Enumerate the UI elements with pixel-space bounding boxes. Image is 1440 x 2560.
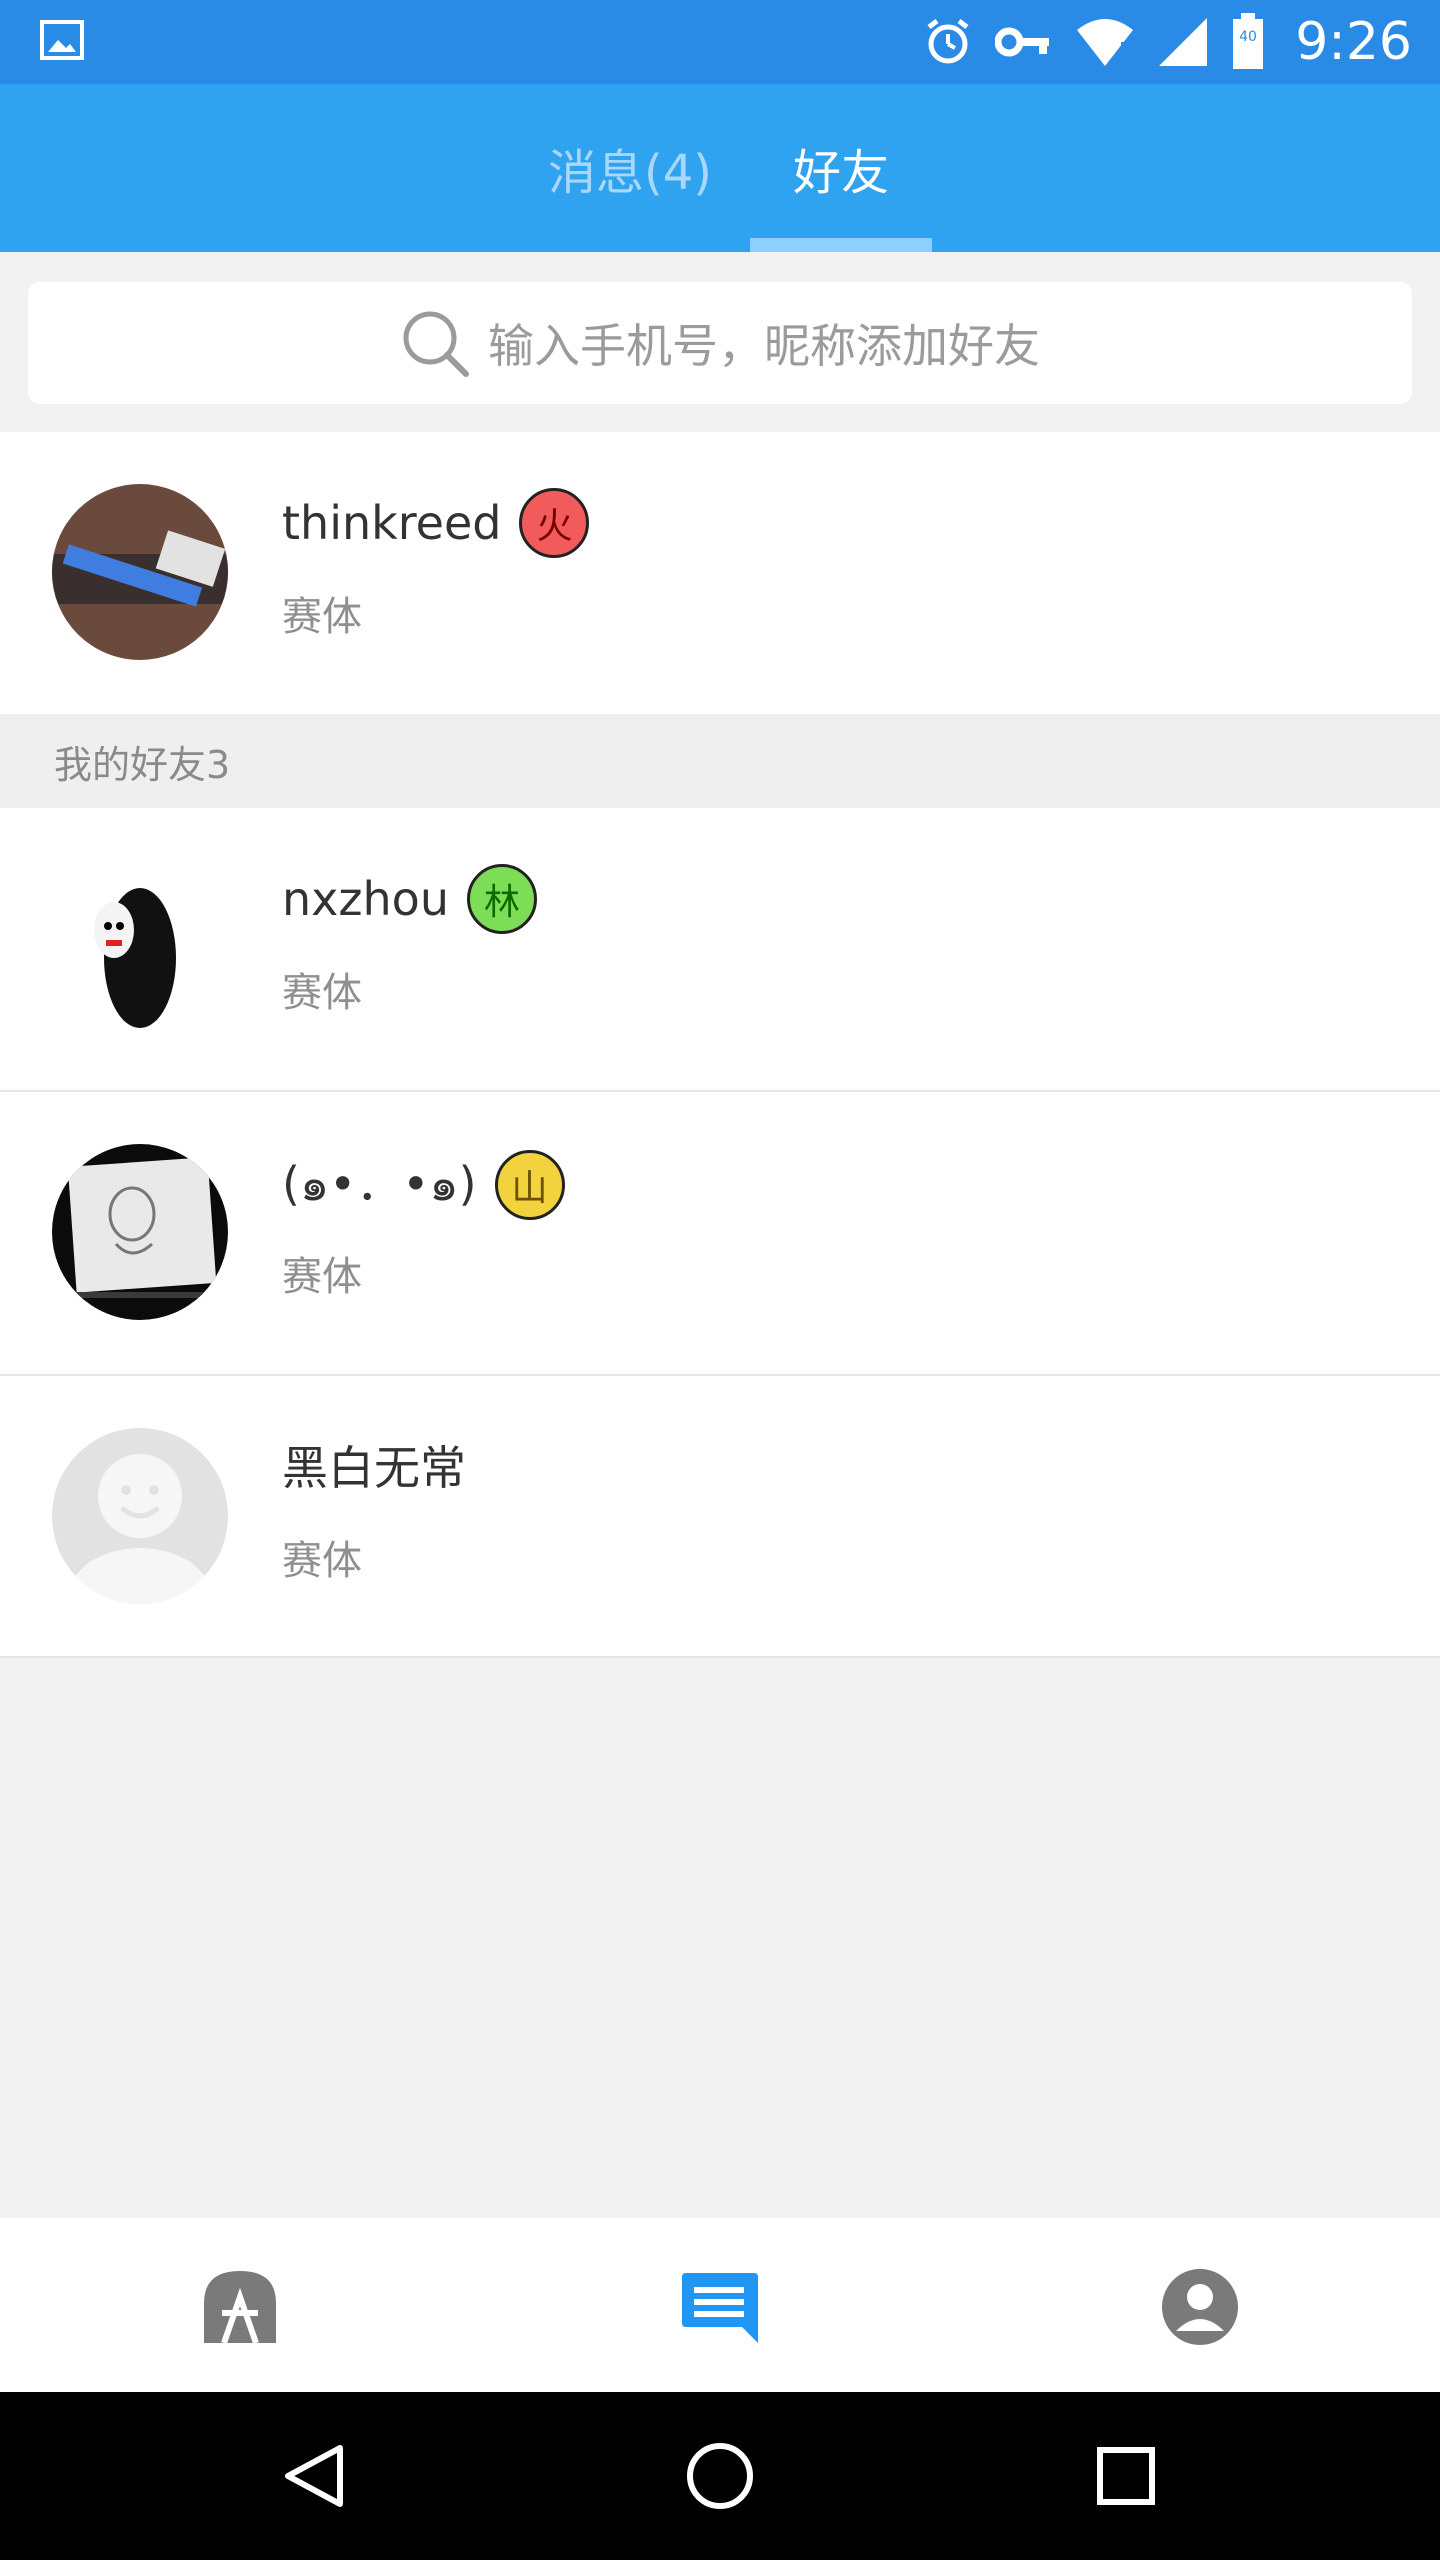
avatar xyxy=(52,1144,228,1320)
bottom-navigation xyxy=(0,2218,1440,2392)
tab-friends[interactable]: 好友 xyxy=(750,84,932,252)
app-header: 消息(4) 好友 xyxy=(0,84,1440,252)
list-item[interactable]: 黑白无常 赛体 xyxy=(0,1376,1440,1658)
tab-messages[interactable]: 消息(4) xyxy=(520,84,740,252)
level-badge: 山 xyxy=(494,1149,565,1220)
contact-name: (๑•．•๑) xyxy=(282,1157,477,1211)
contact-name: thinkreed xyxy=(282,496,502,550)
default-avatar-icon xyxy=(52,1428,228,1604)
contact-row-top[interactable]: thinkreed 火 赛体 xyxy=(0,432,1440,714)
contact-subtitle: 赛体 xyxy=(282,1538,362,1584)
divider xyxy=(0,1656,1440,1658)
contact-subtitle: 赛体 xyxy=(282,594,362,640)
signal-icon xyxy=(1159,18,1208,66)
vpn-key-icon xyxy=(995,27,1050,57)
list-item[interactable]: nxzhou 林 赛体 xyxy=(0,808,1440,1090)
avatar xyxy=(52,860,228,1036)
list-item[interactable]: (๑•．•๑) 山 赛体 xyxy=(0,1092,1440,1374)
alarm-icon xyxy=(927,19,969,64)
system-navigation-bar xyxy=(0,2392,1440,2560)
image-icon xyxy=(40,20,84,60)
wifi-icon xyxy=(1077,19,1134,66)
active-tab-indicator xyxy=(750,238,932,252)
messages-icon[interactable] xyxy=(675,2262,765,2352)
home-circle-icon[interactable] xyxy=(686,2442,754,2510)
search-icon xyxy=(403,311,469,377)
level-badge: 林 xyxy=(466,864,537,934)
contact-name: 黑白无常 xyxy=(282,1441,466,1495)
contact-name: nxzhou xyxy=(282,872,449,926)
battery-icon: 40 xyxy=(1233,13,1264,69)
back-icon[interactable] xyxy=(282,2444,346,2508)
search-placeholder: 输入手机号，昵称添加好友 xyxy=(488,319,1040,373)
contact-subtitle: 赛体 xyxy=(282,970,362,1016)
svg-text:40: 40 xyxy=(1239,29,1257,45)
avatar xyxy=(52,484,228,660)
section-title: 我的好友3 xyxy=(54,742,231,787)
clock: 9:26 xyxy=(1295,12,1412,72)
recents-icon[interactable] xyxy=(1096,2446,1156,2506)
section-header: 我的好友3 xyxy=(0,714,1440,808)
status-bar: 40 9:26 xyxy=(0,0,1440,84)
profile-icon[interactable] xyxy=(1155,2262,1245,2352)
search-input[interactable]: 输入手机号，昵称添加好友 xyxy=(28,282,1412,404)
home-icon[interactable] xyxy=(195,2262,285,2352)
level-badge: 火 xyxy=(519,488,590,558)
contact-subtitle: 赛体 xyxy=(282,1254,362,1300)
